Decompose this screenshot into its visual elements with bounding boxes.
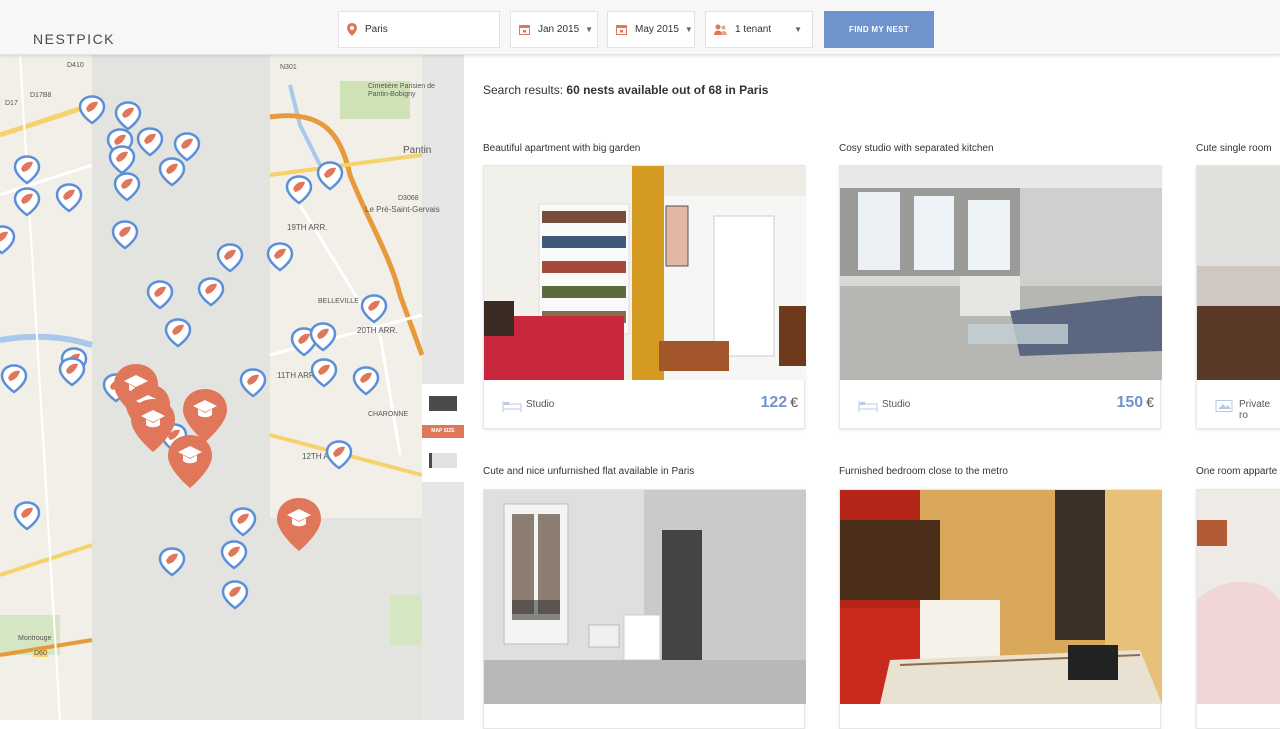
map-size-label: MAP SIZE [422, 425, 464, 438]
find-my-nest-button[interactable]: FIND MY NEST [824, 11, 934, 48]
results-map[interactable]: D410 N301 Cimetière Parisien de Pantin-B… [0, 55, 464, 720]
listing-card[interactable]: Studio 150 € [839, 165, 1162, 430]
listing-photo[interactable] [1197, 166, 1280, 380]
chevron-down-icon: ▼ [794, 25, 802, 34]
listing-card[interactable]: Private ro [1196, 165, 1280, 429]
listing-price: 122 € [760, 394, 799, 411]
tenant-count-value: 1 tenant [735, 24, 772, 35]
listing-title[interactable]: One room apparte [1196, 466, 1277, 477]
map-size-large-button[interactable] [429, 396, 457, 411]
chevron-down-icon: ▼ [585, 25, 594, 34]
calendar-icon [616, 24, 627, 35]
bed-icon [858, 401, 878, 412]
listing-photo[interactable] [484, 166, 806, 380]
listing-title[interactable]: Beautiful apartment with big garden [483, 143, 640, 154]
listing-title[interactable]: Cute single room [1196, 143, 1272, 154]
move-out-date-select[interactable]: May 2015 ▼ [607, 11, 695, 48]
listing-photo[interactable] [484, 490, 806, 704]
listing-card[interactable] [839, 489, 1162, 729]
listing-footer: Studio 122 € [484, 380, 806, 430]
listing-card[interactable] [483, 489, 806, 729]
map-size-toggle: MAP SIZE [422, 384, 464, 482]
top-header: NESTPICK Paris Jan 2015 ▼ May 2015 ▼ 1 t… [0, 0, 1280, 55]
listing-title[interactable]: Cosy studio with separated kitchen [839, 143, 994, 154]
move-in-date-value: Jan 2015 [538, 24, 580, 35]
private-room-icon [1215, 400, 1233, 412]
listing-title[interactable]: Cute and nice unfurnished flat available… [483, 466, 694, 477]
move-in-date-select[interactable]: Jan 2015 ▼ [510, 11, 598, 48]
map-size-small-button[interactable] [429, 453, 457, 468]
listing-pin [78, 95, 106, 125]
listing-photo[interactable] [840, 166, 1162, 380]
calendar-icon [519, 24, 530, 35]
room-type-label: Private ro [1239, 399, 1271, 421]
listing-photo[interactable] [1197, 490, 1280, 704]
room-type-label: Studio [526, 399, 555, 410]
listing-title[interactable]: Furnished bedroom close to the metro [839, 466, 1008, 477]
listing-card[interactable] [1196, 489, 1280, 729]
tenant-icon [714, 24, 727, 35]
listing-price: 150 € [1116, 394, 1155, 411]
tenant-count-select[interactable]: 1 tenant ▼ [705, 11, 813, 48]
location-input[interactable]: Paris [338, 11, 500, 48]
bed-icon [502, 401, 522, 412]
room-type-label: Studio [882, 399, 911, 410]
listing-card[interactable]: Studio 122 € [483, 165, 806, 430]
nestpick-logo[interactable]: NESTPICK [33, 31, 115, 47]
listing-photo[interactable] [840, 490, 1162, 704]
listing-footer: Studio 150 € [840, 380, 1162, 430]
location-pin-icon [347, 23, 357, 36]
listing-footer: Private ro [1197, 380, 1280, 428]
search-results-summary: Search results: 60 nests available out o… [483, 83, 769, 97]
move-out-date-value: May 2015 [635, 24, 679, 35]
location-value: Paris [365, 24, 388, 35]
listing-pins [0, 55, 464, 720]
chevron-down-icon: ▼ [684, 25, 693, 34]
